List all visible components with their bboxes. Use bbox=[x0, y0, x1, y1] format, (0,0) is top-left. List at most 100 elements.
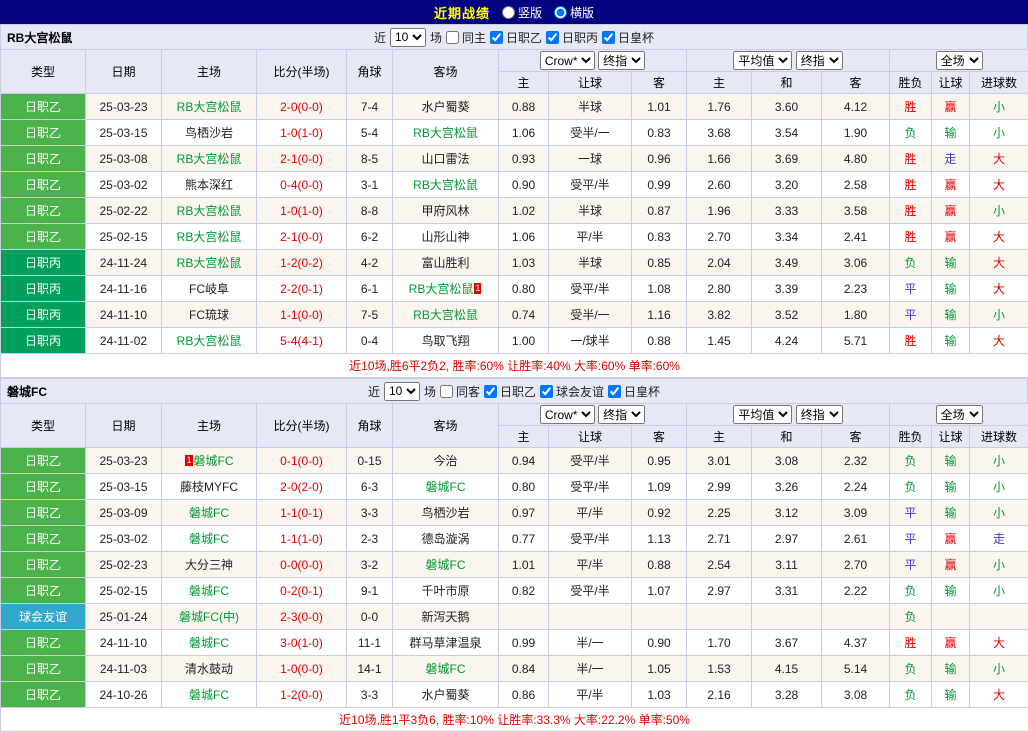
away-team-name[interactable]: 富山胜利 bbox=[421, 256, 469, 270]
avg-stage-select[interactable]: 终指 bbox=[796, 405, 843, 424]
home-team-name[interactable]: 清水鼓动 bbox=[185, 662, 233, 676]
league-filter-option[interactable]: 球会友谊 bbox=[540, 383, 604, 400]
avg-draw-odds: 3.60 bbox=[752, 94, 822, 120]
away-team-name[interactable]: 新泻天鹅 bbox=[421, 610, 469, 624]
handicap-result-cell: 输 bbox=[932, 500, 970, 526]
away-team-name[interactable]: 磐城FC bbox=[426, 480, 466, 494]
home-team-name[interactable]: 大分三神 bbox=[185, 558, 233, 572]
average-select[interactable]: 平均值 bbox=[733, 51, 792, 70]
score-cell: 2-2(0-1) bbox=[257, 276, 347, 302]
home-team-name[interactable]: 磐城FC bbox=[189, 636, 229, 650]
home-odds: 0.90 bbox=[499, 172, 549, 198]
league-filter-option[interactable]: 日皇杯 bbox=[602, 29, 654, 46]
home-team-name[interactable]: FC岐阜 bbox=[189, 282, 229, 296]
avg-away-odds: 2.32 bbox=[822, 448, 890, 474]
league-filter-checkbox[interactable] bbox=[602, 31, 615, 44]
home-team-name[interactable]: RB大宫松鼠 bbox=[177, 256, 242, 270]
matches-body: 日职乙25-03-23RB大宫松鼠2-0(0-0)7-4水户蜀葵0.88半球1.… bbox=[1, 94, 1028, 354]
home-team-name[interactable]: 磐城FC(中) bbox=[179, 610, 239, 624]
home-team-cell: 藤枝MYFC bbox=[162, 474, 257, 500]
handicap-result-cell: 赢 bbox=[932, 172, 970, 198]
league-filter-checkbox[interactable] bbox=[546, 31, 559, 44]
same-venue-option[interactable]: 同客 bbox=[440, 383, 480, 400]
league-filter-option[interactable]: 日职丙 bbox=[546, 29, 598, 46]
corner-cell: 5-4 bbox=[347, 120, 393, 146]
home-team-name[interactable]: 藤枝MYFC bbox=[180, 480, 238, 494]
odds-stage-select[interactable]: 终指 bbox=[598, 51, 645, 70]
league-filter-checkbox[interactable] bbox=[490, 31, 503, 44]
away-team-name[interactable]: 磐城FC bbox=[426, 662, 466, 676]
away-team-name[interactable]: 千叶市原 bbox=[421, 584, 469, 598]
home-team-name[interactable]: 熊本深红 bbox=[185, 178, 233, 192]
league-filter-checkbox[interactable] bbox=[484, 385, 497, 398]
away-odds: 0.99 bbox=[632, 172, 687, 198]
league-filter-option[interactable]: 日皇杯 bbox=[608, 383, 660, 400]
league-filter-option[interactable]: 日职乙 bbox=[484, 383, 536, 400]
away-team-name[interactable]: RB大宫松鼠 bbox=[413, 308, 478, 322]
away-team-name[interactable]: 鸟栖沙岩 bbox=[421, 506, 469, 520]
average-select[interactable]: 平均值 bbox=[733, 405, 792, 424]
scope-select[interactable]: 全场 bbox=[936, 51, 983, 70]
away-team-name[interactable]: RB大宫松鼠 bbox=[409, 282, 474, 296]
away-team-name[interactable]: 甲府风林 bbox=[421, 204, 469, 218]
home-team-name[interactable]: 磐城FC bbox=[189, 688, 229, 702]
recent-label: 近 bbox=[374, 29, 386, 46]
home-team-cell: FC岐阜 bbox=[162, 276, 257, 302]
away-team-name[interactable]: RB大宫松鼠 bbox=[413, 126, 478, 140]
home-team-name[interactable]: 磐城FC bbox=[189, 532, 229, 546]
away-team-name[interactable]: 群马草津温泉 bbox=[409, 636, 481, 650]
col-type: 类型 bbox=[1, 404, 86, 448]
match-count-select[interactable]: 10 bbox=[390, 28, 426, 47]
away-team-name[interactable]: 磐城FC bbox=[426, 558, 466, 572]
section-header: RB大宫松鼠 近 10 场 同主 日职乙 日职丙 bbox=[0, 24, 1028, 49]
odds-stage-select[interactable]: 终指 bbox=[598, 405, 645, 424]
same-venue-checkbox[interactable] bbox=[446, 31, 459, 44]
bookmaker-select[interactable]: Crow* bbox=[540, 51, 595, 70]
home-team-name[interactable]: 鸟栖沙岩 bbox=[185, 126, 233, 140]
match-date: 25-02-22 bbox=[86, 198, 162, 224]
avg-home-odds: 1.53 bbox=[687, 656, 752, 682]
home-team-name[interactable]: 磐城FC bbox=[189, 506, 229, 520]
filter-controls: 近 10 场 同主 日职乙 日职丙 bbox=[374, 28, 654, 47]
scope-select[interactable]: 全场 bbox=[936, 405, 983, 424]
same-venue-checkbox[interactable] bbox=[440, 385, 453, 398]
league-filter-checkbox[interactable] bbox=[608, 385, 621, 398]
home-team-name[interactable]: RB大宫松鼠 bbox=[177, 334, 242, 348]
away-team-name[interactable]: 山形山神 bbox=[421, 230, 469, 244]
away-team-name[interactable]: 鸟取飞翔 bbox=[421, 334, 469, 348]
away-team-name[interactable]: 水户蜀葵 bbox=[421, 688, 469, 702]
layout-horizontal-option[interactable]: 横版 bbox=[554, 4, 594, 21]
away-team-name[interactable]: 今治 bbox=[433, 454, 457, 468]
bookmaker-select[interactable]: Crow* bbox=[540, 405, 595, 424]
home-team-name[interactable]: 磐城FC bbox=[189, 584, 229, 598]
home-team-name[interactable]: FC琉球 bbox=[189, 308, 229, 322]
section-header: 磐城FC 近 10 场 同客 日职乙 球会友谊 bbox=[0, 378, 1028, 403]
score-cell: 3-0(1-0) bbox=[257, 630, 347, 656]
home-team-name[interactable]: RB大宫松鼠 bbox=[177, 230, 242, 244]
result-cell: 负 bbox=[890, 604, 932, 630]
vertical-radio[interactable] bbox=[502, 6, 515, 19]
goals-result-cell: 小 bbox=[970, 656, 1028, 682]
avg-stage-select[interactable]: 终指 bbox=[796, 51, 843, 70]
match-row: 日职乙25-03-02熊本深红0-4(0-0)3-1RB大宫松鼠0.90受平/半… bbox=[1, 172, 1028, 198]
home-team-name[interactable]: RB大宫松鼠 bbox=[177, 100, 242, 114]
away-team-name[interactable]: 山口雷法 bbox=[421, 152, 469, 166]
home-team-name[interactable]: RB大宫松鼠 bbox=[177, 204, 242, 218]
handicap-result-cell bbox=[932, 604, 970, 630]
away-team-name[interactable]: RB大宫松鼠 bbox=[413, 178, 478, 192]
layout-vertical-option[interactable]: 竖版 bbox=[502, 4, 542, 21]
league-badge: 日职乙 bbox=[1, 146, 86, 172]
away-team-name[interactable]: 德岛漩涡 bbox=[421, 532, 469, 546]
league-filter-checkbox[interactable] bbox=[540, 385, 553, 398]
horizontal-radio[interactable] bbox=[554, 6, 567, 19]
home-team-name[interactable]: 磐城FC bbox=[194, 454, 234, 468]
home-team-name[interactable]: RB大宫松鼠 bbox=[177, 152, 242, 166]
score-cell: 2-1(0-0) bbox=[257, 146, 347, 172]
league-filter-option[interactable]: 日职乙 bbox=[490, 29, 542, 46]
match-count-select[interactable]: 10 bbox=[384, 382, 420, 401]
avg-away-odds bbox=[822, 604, 890, 630]
same-venue-option[interactable]: 同主 bbox=[446, 29, 486, 46]
avg-draw-odds bbox=[752, 604, 822, 630]
away-team-cell: 甲府风林 bbox=[393, 198, 499, 224]
away-team-name[interactable]: 水户蜀葵 bbox=[421, 100, 469, 114]
